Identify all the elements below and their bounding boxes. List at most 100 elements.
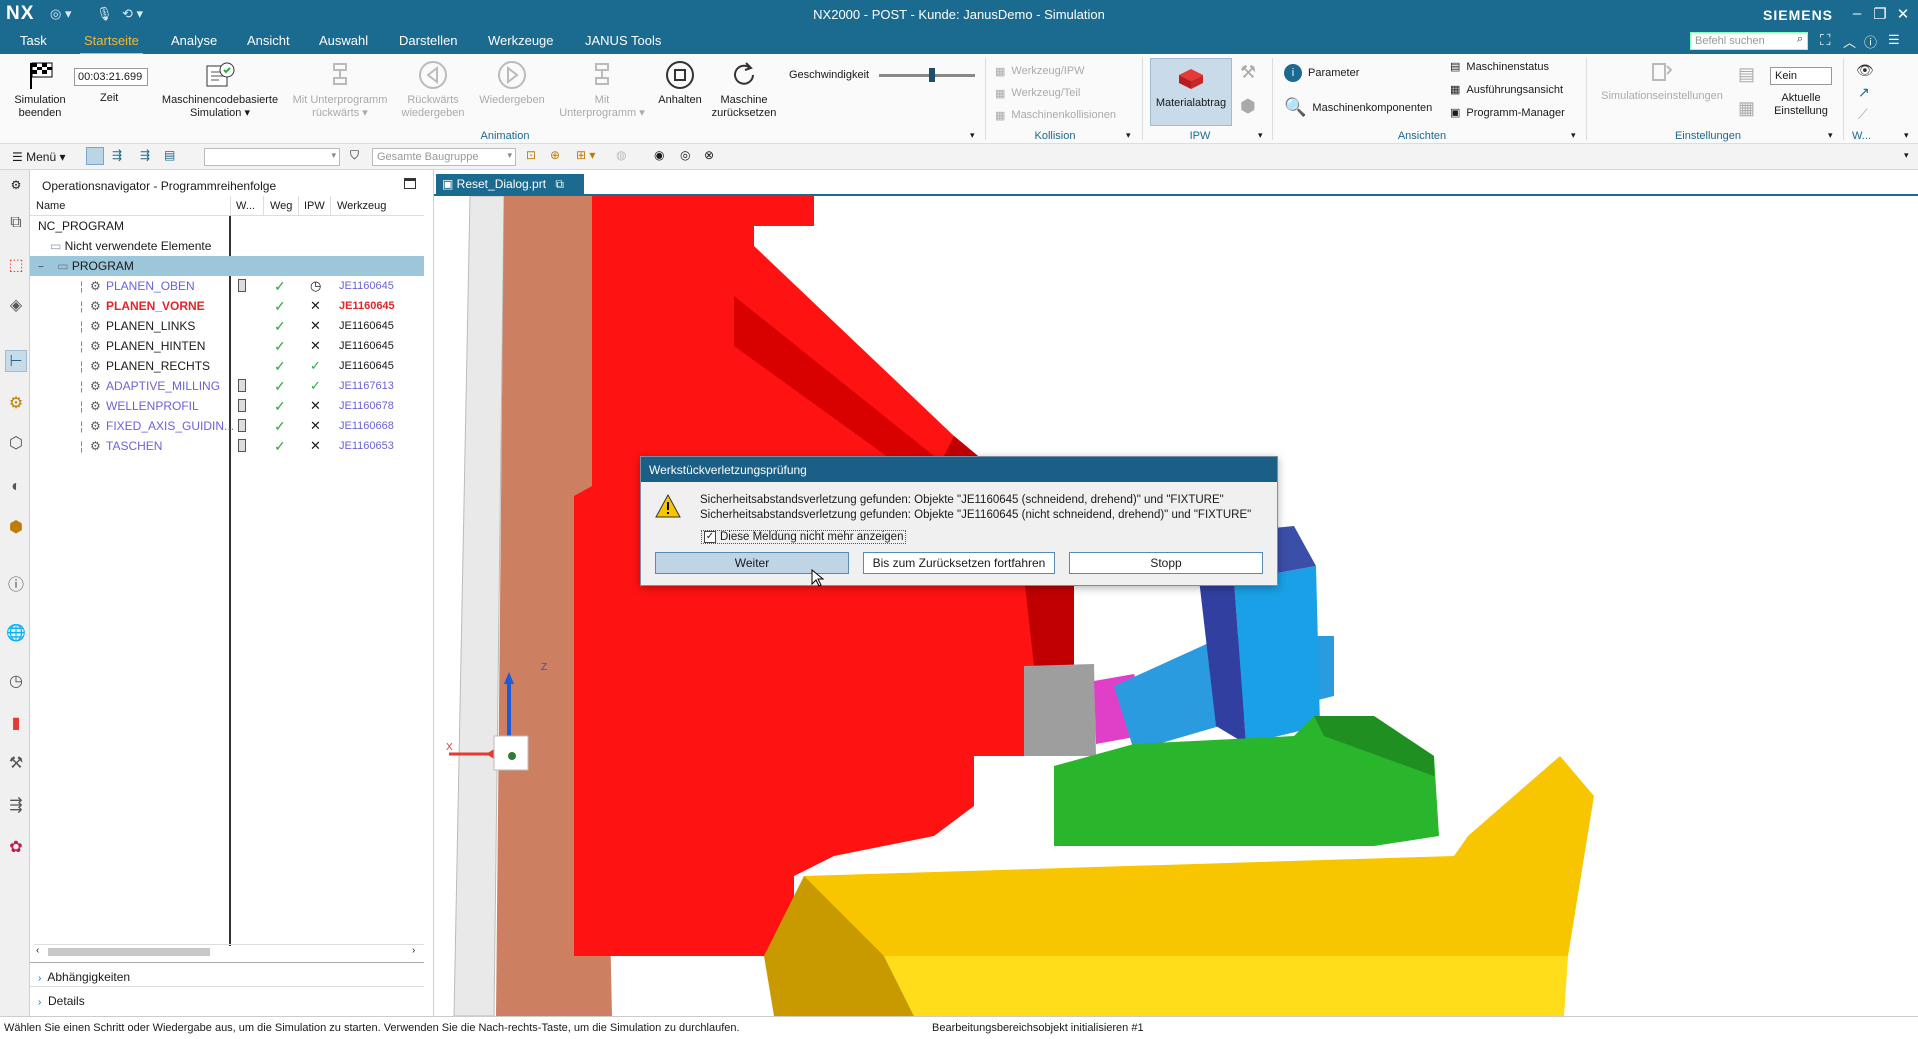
einstellungen-expand-icon[interactable]: ▾	[1828, 130, 1833, 141]
table-row[interactable]: ¦ ⚙ TASCHEN ✓ ✕ JE1160653	[30, 436, 424, 456]
info-icon[interactable]: ⓘ	[5, 572, 27, 594]
material-removal-button[interactable]: Materialabtrag	[1150, 58, 1232, 126]
tab-startseite[interactable]: Startseite	[80, 33, 143, 56]
machine-tool-navigator-icon[interactable]: ⚙	[5, 392, 27, 414]
maximize-panel-icon[interactable]	[404, 178, 416, 189]
execution-view-button[interactable]: ▦ Ausführungsansicht	[1450, 83, 1563, 97]
minimize-icon[interactable]: –	[1845, 5, 1869, 22]
select-filter-1-icon[interactable]	[86, 147, 104, 165]
sub-backward-button[interactable]: Mit Unterprogramm rückwärts ▾	[288, 60, 392, 120]
ribbon-more-icon[interactable]: ▾	[1904, 130, 1909, 141]
table-row[interactable]: ¦ ⚙ PLANEN_RECHTS ✓ ✓ JE1160645	[30, 356, 424, 376]
parameter-button[interactable]: i Parameter	[1284, 64, 1359, 82]
reuse-library-icon[interactable]: ⬡	[5, 432, 27, 454]
hd3d-icon[interactable]: ◐	[5, 476, 27, 498]
fullscreen-icon[interactable]: ⛶	[1820, 32, 1831, 49]
stop-dialog-button[interactable]: Stopp	[1069, 552, 1263, 574]
select-filter-2-icon[interactable]: ⇶	[112, 148, 122, 162]
constraint-navigator-icon[interactable]: ◈	[5, 294, 27, 316]
machine-collisions-toggle[interactable]: ▦ Maschinenkollisionen	[995, 104, 1135, 126]
collapse-icon[interactable]: −	[38, 262, 44, 273]
ipw-expand-icon[interactable]: ▾	[1258, 130, 1263, 141]
ipw-part-icon[interactable]: ⬢	[1240, 96, 1256, 117]
tree-program-row[interactable]: − ▭ PROGRAM	[30, 256, 424, 276]
time-field[interactable]: 00:03:21.699	[74, 68, 148, 86]
speed-slider-thumb[interactable]	[928, 68, 935, 82]
simulation-settings-button[interactable]: Simulationseinstellungen	[1594, 60, 1730, 103]
dont-show-again-checkbox[interactable]: ✓ Diese Meldung nicht mehr anzeigen	[701, 530, 907, 544]
table-row[interactable]: ¦ ⚙ PLANEN_VORNE ✓ ✕ JE1160645	[30, 296, 424, 316]
tool-library-icon[interactable]: ⚒	[5, 752, 27, 774]
tab-darstellen[interactable]: Darstellen	[399, 33, 458, 48]
scrollbar-thumb[interactable]	[48, 948, 210, 956]
close-window-icon[interactable]: ✕	[1891, 5, 1915, 23]
settings-gear-icon[interactable]: ⚙	[5, 174, 27, 196]
checkbox-checked-icon[interactable]: ✓	[704, 531, 716, 543]
table-row[interactable]: ¦ ⚙ WELLENPROFIL ✓ ✕ JE1160678	[30, 396, 424, 416]
help-icon[interactable]: ⓘ	[1864, 32, 1877, 51]
process-icon[interactable]: ⬢	[5, 516, 27, 538]
tab-task[interactable]: Task	[20, 33, 47, 48]
simulation-icon[interactable]: ⇶	[5, 794, 27, 816]
select-filter-4-icon[interactable]: ▤	[164, 148, 175, 162]
reset-machine-button[interactable]: Maschine zurücksetzen	[706, 60, 782, 120]
filter-icon[interactable]: ⛉	[350, 148, 359, 163]
eye-settings-icon[interactable]: 👁	[1856, 62, 1874, 79]
setting-select[interactable]: Kein	[1770, 67, 1832, 85]
tool-part-toggle[interactable]: ▦ Werkzeug/Teil	[995, 82, 1135, 104]
undock-icon[interactable]: ⧉	[555, 177, 564, 191]
assembly-scope-select[interactable]: Gesamte Baugruppe ▾	[372, 148, 516, 166]
part-navigator-icon[interactable]: ⧉	[5, 212, 27, 234]
operation-navigator-icon[interactable]: ⊢	[5, 350, 27, 372]
command-search-input[interactable]: Befehl suchen ⌕	[1690, 32, 1808, 50]
web-browser-icon[interactable]: 🌐	[5, 622, 27, 644]
stop-button[interactable]: Anhalten	[650, 60, 710, 107]
animation-expand-icon[interactable]: ▾	[970, 130, 975, 141]
machine-components-button[interactable]: 🔍 Maschinenkomponenten	[1284, 97, 1432, 118]
ipw-tool-icon[interactable]: ⚒	[1240, 62, 1256, 83]
settings-grid-icon[interactable]: ▦	[1738, 98, 1755, 119]
document-tab[interactable]: ▣ Reset_Dialog.prt ⧉ ✕	[436, 174, 584, 206]
snap-3-icon[interactable]: ⊞ ▾	[576, 148, 595, 162]
col-name[interactable]: Name	[36, 200, 65, 212]
select-filter-3-icon[interactable]: ⇶	[140, 148, 150, 162]
table-row[interactable]: ¦ ⚙ PLANEN_LINKS ✓ ✕ JE1160645	[30, 316, 424, 336]
snap-4-icon[interactable]: ◍	[616, 148, 626, 162]
speed-slider[interactable]	[879, 68, 975, 82]
table-row[interactable]: ¦ ⚙ PLANEN_HINTEN ✓ ✕ JE1160645	[30, 336, 424, 356]
col-weg[interactable]: Weg	[270, 200, 292, 212]
tree-root[interactable]: NC_PROGRAM	[38, 216, 124, 236]
menu-button[interactable]: ☰ Menü ▾	[12, 150, 65, 164]
table-row[interactable]: ¦ ⚙ ADAPTIVE_MILLING ✓ ✓ JE1167613	[30, 376, 424, 396]
hide-icon[interactable]: ⊗	[704, 148, 714, 162]
col-werkzeug[interactable]: Werkzeug	[337, 200, 386, 212]
type-filter-select[interactable]: ▾	[204, 148, 340, 166]
show-icon[interactable]: ◎	[680, 148, 690, 162]
table-row[interactable]: ¦ ⚙ FIXED_AXIS_GUIDIN... ✓ ✕ JE1160668	[30, 416, 424, 436]
horizontal-scrollbar[interactable]: ‹ ›	[34, 944, 424, 958]
dependencies-section[interactable]: › Abhängigkeiten	[38, 970, 130, 984]
end-simulation-button[interactable]: Simulation beenden	[8, 60, 72, 120]
tool-ipw-toggle[interactable]: ▦ Werkzeug/IPW	[995, 60, 1135, 82]
machine-code-simulation-button[interactable]: Maschinencodebasierte Simulation ▾	[158, 60, 282, 120]
tab-werkzeuge[interactable]: Werkzeuge	[488, 33, 554, 48]
toolbar-expand-icon[interactable]: ▾	[1904, 150, 1909, 161]
tool-path-icon[interactable]: ↗	[1858, 84, 1870, 101]
collapse-ribbon-icon[interactable]: ︿	[1843, 32, 1856, 51]
tab-ansicht[interactable]: Ansicht	[247, 33, 290, 48]
palette-icon[interactable]: ▮	[5, 712, 27, 734]
snap-icon[interactable]: ⊡	[526, 148, 536, 162]
path-disabled-icon[interactable]: ⟋	[1858, 106, 1868, 123]
tree-unused[interactable]: ▭ Nicht verwendete Elemente	[50, 236, 211, 256]
janus-icon[interactable]: ✿	[5, 836, 27, 858]
restore-icon[interactable]: ❐	[1868, 5, 1892, 23]
settings-doc-icon[interactable]: ▤	[1738, 64, 1755, 85]
assembly-navigator-icon[interactable]: ⬚	[5, 254, 27, 276]
scroll-left-icon[interactable]: ‹	[36, 945, 39, 956]
play-button[interactable]: Wiedergeben	[476, 60, 548, 107]
play-backward-button[interactable]: Rückwärts wiedergeben	[398, 60, 468, 120]
show-hide-icon[interactable]: ◉	[654, 148, 664, 162]
machine-status-button[interactable]: ▤ Maschinenstatus	[1450, 60, 1549, 74]
tab-auswahl[interactable]: Auswahl	[319, 33, 368, 48]
col-w[interactable]: W...	[236, 200, 255, 212]
